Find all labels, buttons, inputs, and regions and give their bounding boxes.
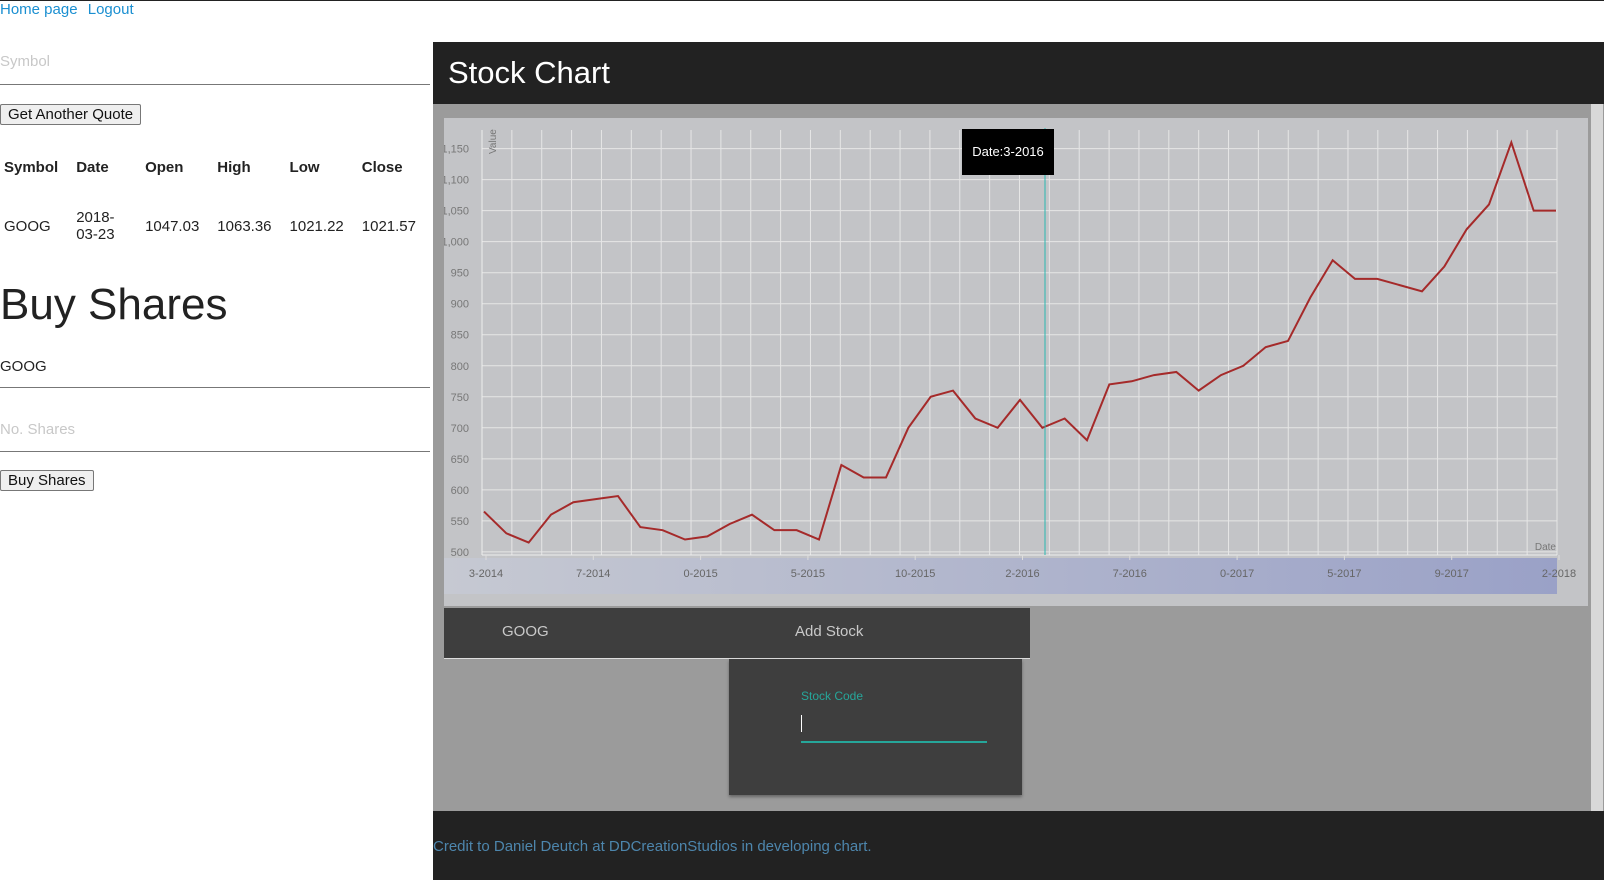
y-tick-label: 1,050 xyxy=(444,206,469,218)
x-axis-band xyxy=(444,558,1557,594)
y-tick-label: 1,100 xyxy=(444,175,469,187)
x-tick-label: 3-2014 xyxy=(469,568,503,580)
panel-scrollbar[interactable] xyxy=(1591,104,1603,811)
tab-add-stock-label: Add Stock xyxy=(795,623,864,640)
left-panel: Get Another Quote Symbol Date Open High … xyxy=(0,40,430,491)
y-tick-label: 650 xyxy=(451,454,469,466)
x-tick-label: 7-2016 xyxy=(1113,568,1147,580)
y-tick-label: 550 xyxy=(451,516,469,528)
header-date: Date xyxy=(76,158,109,176)
x-tick-label: 10-2015 xyxy=(895,568,935,580)
cell-open: 1047.03 xyxy=(145,217,200,235)
footer-credit: Credit to Daniel Deutch at DDCreationStu… xyxy=(433,838,872,855)
no-shares-field xyxy=(0,413,430,452)
header-high: High xyxy=(217,158,251,176)
chart-tooltip: Date:3-2016 xyxy=(962,129,1054,175)
header-low: Low xyxy=(289,158,320,176)
y-axis-label: Value xyxy=(488,129,499,154)
y-tick-label: 600 xyxy=(451,485,469,497)
stock-line-chart[interactable]: 500 550 600 650 700 750 800 850 900 950 1,000 1,050… xyxy=(444,118,1588,606)
stock-code-input[interactable] xyxy=(801,711,987,743)
x-axis-label: Date xyxy=(1535,542,1557,553)
y-tick-label: 700 xyxy=(451,423,469,435)
symbol-field xyxy=(0,40,430,85)
stock-code-label: Stock Code xyxy=(801,689,864,703)
text-caret xyxy=(801,715,802,732)
y-tick-label: 500 xyxy=(451,547,469,559)
add-stock-panel: Stock Code xyxy=(729,659,1022,795)
stock-tabs: GOOG Add Stock xyxy=(444,608,1030,659)
x-tick-label: 2-2016 xyxy=(1005,568,1039,580)
x-tick-label: 0-2015 xyxy=(683,568,717,580)
cell-high: 1063.36 xyxy=(217,217,272,235)
quote-table: Symbol Date Open High Low Close GOOG 201… xyxy=(0,154,430,250)
no-shares-input[interactable] xyxy=(0,421,430,438)
buy-symbol-field: GOOG xyxy=(0,348,430,388)
tab-goog[interactable]: GOOG xyxy=(444,608,737,658)
header-close: Close xyxy=(361,158,403,176)
cell-symbol: GOOG xyxy=(4,217,51,235)
x-tick-label: 5-2015 xyxy=(791,568,825,580)
y-tick-label: 750 xyxy=(451,392,469,404)
logout-link[interactable]: Logout xyxy=(88,1,134,18)
cell-close: 1021.57 xyxy=(361,217,416,235)
x-tick-label: 9-2017 xyxy=(1435,568,1469,580)
y-tick-label: 900 xyxy=(451,299,469,311)
table-header-row: Symbol Date Open High Low Close xyxy=(0,154,430,180)
home-page-link[interactable]: Home page xyxy=(0,1,78,18)
top-nav: Home page Logout xyxy=(0,1,140,18)
y-tick-label: 1,000 xyxy=(444,237,469,249)
header-symbol: Symbol xyxy=(4,158,59,176)
y-tick-label: 1,150 xyxy=(444,144,469,156)
tab-goog-label: GOOG xyxy=(502,623,549,640)
x-tick-label: 7-2014 xyxy=(576,568,610,580)
tab-add-stock[interactable]: Add Stock xyxy=(737,608,1030,658)
buy-symbol-value[interactable]: GOOG xyxy=(0,358,47,375)
cell-date: 2018-03-23 xyxy=(76,209,115,243)
y-tick-label: 950 xyxy=(451,268,469,280)
x-tick-label: 0-2017 xyxy=(1220,568,1254,580)
symbol-input[interactable] xyxy=(0,53,430,70)
stock-chart-title: Stock Chart xyxy=(433,42,1604,104)
get-another-quote-button[interactable]: Get Another Quote xyxy=(0,104,142,125)
x-tick-label: 5-2017 xyxy=(1327,568,1361,580)
top-border xyxy=(0,0,1604,1)
buy-shares-heading: Buy Shares xyxy=(0,280,228,329)
table-row: GOOG 2018-03-23 1047.03 1063.36 1021.22 … xyxy=(0,180,430,250)
cell-low: 1021.22 xyxy=(289,217,344,235)
y-tick-label: 850 xyxy=(451,330,469,342)
chart-container[interactable]: 500 550 600 650 700 750 800 850 900 950 1,000 1,050… xyxy=(444,118,1588,606)
footer: Credit to Daniel Deutch at DDCreationStu… xyxy=(433,811,1604,880)
stock-chart-panel: Stock Chart 500 550 600 650 700 750 800 850 900 9… xyxy=(433,42,1604,880)
header-open: Open xyxy=(145,158,184,176)
buy-shares-button[interactable]: Buy Shares xyxy=(0,470,94,491)
y-tick-label: 800 xyxy=(451,361,469,373)
x-tick-label: 2-2018 xyxy=(1542,568,1576,580)
